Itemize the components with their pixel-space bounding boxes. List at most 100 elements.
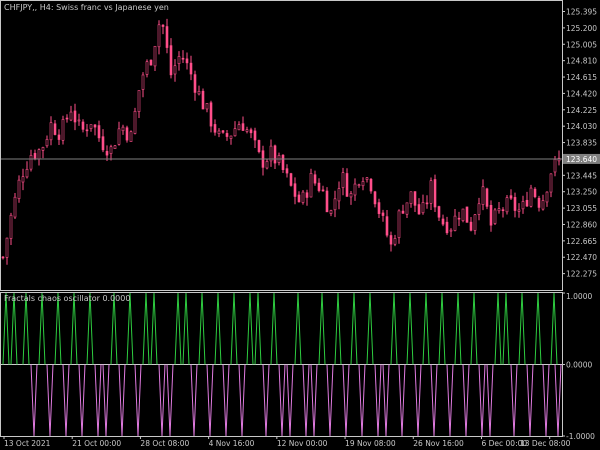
candle-body (205, 103, 209, 110)
candle-body (409, 191, 413, 204)
candle-body (385, 216, 389, 236)
candle-body (253, 130, 257, 141)
oscillator-tick-label: 0.0000 (566, 361, 592, 370)
price-tick-label: 124.030 (566, 122, 597, 131)
candle-body (213, 124, 217, 133)
candle-body (425, 202, 429, 205)
candle-body (369, 178, 373, 192)
candle-body (265, 161, 269, 169)
candle-body (489, 205, 493, 226)
candle-body (153, 45, 157, 67)
candle-body (273, 145, 277, 164)
candle-body (193, 74, 197, 93)
candle-body (21, 176, 25, 183)
candle-body (109, 146, 113, 154)
candle-body (465, 206, 469, 223)
candle-body (117, 128, 121, 145)
indicator-title: Fractals chaos oscillator 0.0000 (4, 294, 130, 303)
candle-body (505, 197, 509, 213)
candle-body (461, 208, 465, 222)
candle-body (225, 133, 229, 137)
candle-body (29, 155, 33, 170)
candle-body (397, 210, 401, 238)
candle-body (81, 121, 85, 130)
candle-body (441, 218, 445, 225)
candle-body (389, 235, 393, 245)
candle-body (133, 110, 137, 134)
current-price-tag: 123.640 (563, 153, 600, 164)
candle-body (17, 179, 21, 199)
candle-body (97, 125, 101, 139)
candle-body (529, 187, 533, 207)
candle-body (301, 191, 305, 203)
time-tick-label: 4 Nov 16:00 (209, 439, 255, 448)
candle-body (217, 130, 221, 134)
candle-body (85, 129, 89, 132)
candle-body (373, 191, 377, 205)
time-tick-label: 13 Oct 2021 (4, 439, 51, 448)
candle-body (545, 191, 549, 203)
candle-body (549, 173, 553, 193)
candle-body (553, 159, 557, 173)
candle-body (101, 136, 105, 151)
candle-body (381, 212, 385, 216)
candle-body (357, 184, 361, 187)
candle-body (393, 238, 397, 245)
candle-body (445, 221, 449, 234)
candle-body (321, 189, 325, 192)
candle-body (149, 59, 153, 66)
candle-body (173, 65, 177, 75)
price-tick-label: 124.810 (566, 57, 597, 66)
candle-body (89, 124, 93, 129)
candle-body (469, 221, 473, 231)
candle-body (413, 191, 417, 206)
price-tick-label: 122.470 (566, 253, 597, 262)
price-tick-label: 124.225 (566, 106, 597, 115)
candle-body (185, 58, 189, 64)
candle-body (533, 188, 537, 198)
candle-body (73, 110, 77, 123)
candle-body (37, 149, 41, 160)
candle-body (449, 229, 453, 232)
symbol-title: CHFJPY,, H4: Swiss franc vs Japanese yen (4, 3, 169, 12)
candle-body (293, 183, 297, 197)
candle-body (481, 186, 485, 205)
candle-body (13, 196, 17, 218)
time-tick-label: 19 Nov 08:00 (345, 439, 396, 448)
candle-body (237, 124, 241, 131)
candle-body (49, 122, 53, 141)
candle-body (229, 135, 233, 139)
candle-body (125, 127, 129, 141)
candle-body (45, 139, 49, 147)
candle-body (57, 134, 61, 140)
candle-body (493, 209, 497, 224)
price-tick-label: 125.395 (566, 8, 597, 17)
candle-body (113, 145, 117, 149)
candle-body (345, 173, 349, 197)
price-axis: 125.395 125.200 125.005 124.810 124.615 124.4… (562, 8, 597, 279)
price-tick-label: 125.200 (566, 24, 597, 33)
candle-body (429, 180, 433, 204)
candle-body (401, 210, 405, 214)
chart-canvas: 125.395 125.200 125.005 124.810 124.615 124.4… (0, 0, 600, 450)
time-tick-label: 12 Nov 00:00 (277, 439, 328, 448)
candle-body (197, 91, 201, 95)
price-tick-label: 122.665 (566, 237, 597, 246)
candle-body (77, 119, 81, 122)
candle-body (281, 154, 285, 170)
candle-body (165, 26, 169, 48)
candle-body (53, 123, 57, 135)
candle-body (317, 182, 321, 191)
candle-body (65, 117, 69, 120)
candle-body (161, 24, 165, 27)
candle-body (309, 172, 313, 198)
candle-body (341, 172, 345, 188)
candle-body (501, 209, 505, 212)
candle-body (477, 203, 481, 215)
candle-body (513, 197, 517, 211)
oscillator-tick-label: 1.0000 (566, 292, 592, 301)
time-tick-label: 26 Nov 16:00 (413, 439, 464, 448)
candle-body (145, 61, 149, 75)
candle-body (333, 198, 337, 211)
candle-body (137, 90, 141, 112)
